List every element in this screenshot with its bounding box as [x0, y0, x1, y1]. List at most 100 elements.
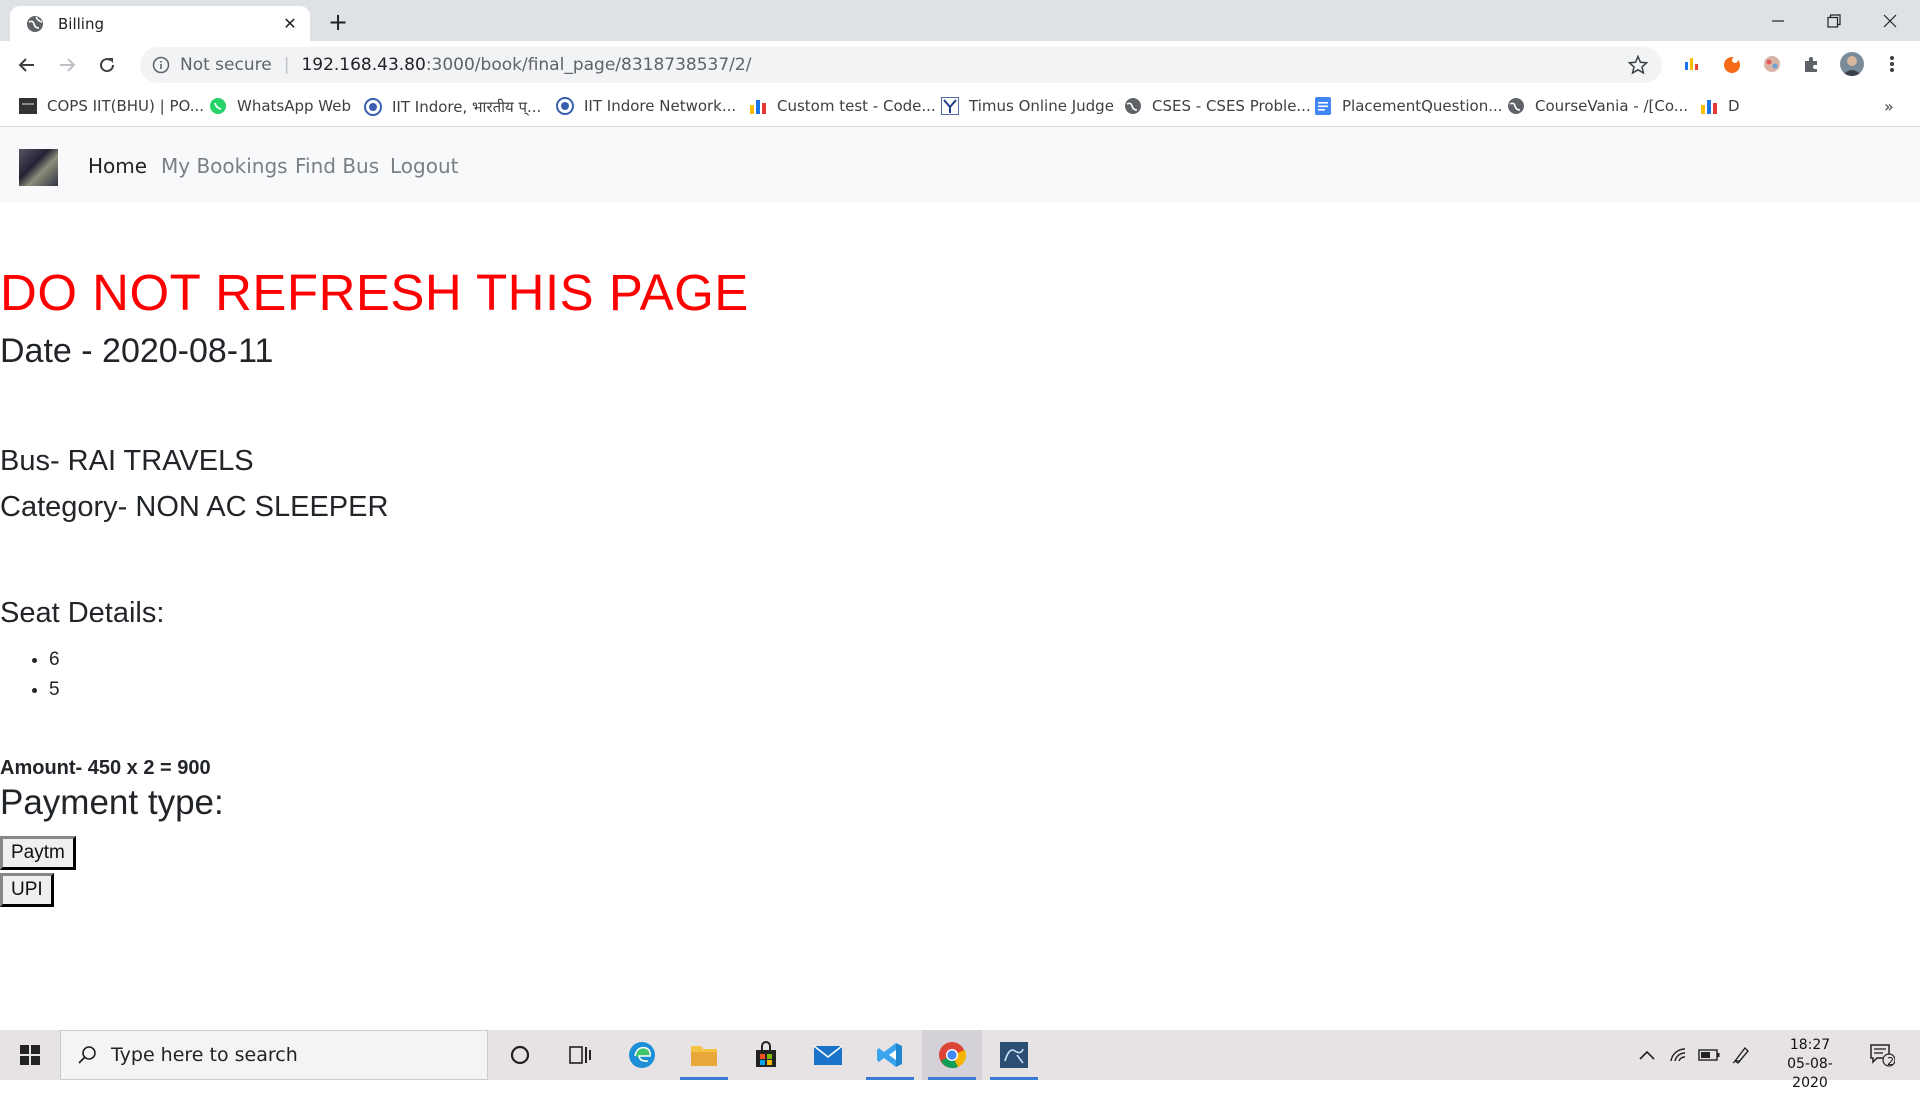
bookmark-label: D [1728, 97, 1740, 115]
iit-indore-icon [556, 97, 574, 115]
bookmark-label: COPS IIT(BHU) | PO... [47, 97, 205, 115]
nav-find-bus-link[interactable]: Find Bus [295, 154, 379, 178]
bookmark-iit-indore[interactable]: IIT Indore, भारतीय प्... [364, 97, 541, 117]
close-tab-icon[interactable]: ✕ [280, 13, 300, 33]
browser-toolbar: Not secure | 192.168.43.80:3000/book/fin… [0, 41, 1920, 88]
bookmark-label: Timus Online Judge [969, 97, 1114, 115]
security-label: Not secure [180, 55, 272, 75]
codeforces-icon [749, 97, 767, 115]
notification-center-icon[interactable]: 2 [1862, 1030, 1902, 1080]
extensions-puzzle-icon[interactable] [1800, 52, 1824, 76]
url-path: :3000/book/final_page/8318738537/2/ [425, 55, 752, 75]
globe-icon [27, 15, 43, 32]
reload-icon[interactable] [92, 50, 122, 80]
bookmark-star-icon[interactable] [1628, 55, 1648, 75]
search-placeholder: Type here to search [111, 1044, 298, 1066]
docs-icon [1314, 97, 1332, 115]
page-content: Home My Bookings Find Bus Logout DO NOT … [0, 127, 1920, 1030]
info-icon[interactable] [152, 56, 170, 74]
taskbar-search-box[interactable]: Type here to search [60, 1030, 488, 1080]
forward-icon[interactable] [52, 50, 82, 80]
browser-tab[interactable]: Billing ✕ [10, 6, 310, 41]
pen-icon[interactable] [1727, 1030, 1755, 1080]
bookmark-label: IIT Indore Network... [584, 97, 737, 115]
tab-strip: Billing ✕ + [0, 0, 1920, 41]
list-item: 6 [49, 645, 60, 675]
battery-icon[interactable] [1695, 1030, 1723, 1080]
bookmark-custom-test[interactable]: Custom test - Code... [749, 97, 936, 115]
bookmark-d[interactable]: D [1700, 97, 1740, 115]
wifi-icon[interactable] [1665, 1030, 1693, 1080]
task-view-icon[interactable] [550, 1030, 610, 1080]
back-icon[interactable] [12, 50, 42, 80]
bus-name: Bus- RAI TRAVELS [0, 445, 254, 477]
clock-time: 18:27 [1789, 1037, 1831, 1053]
bookmark-label: Custom test - Code... [777, 97, 936, 115]
bookmarks-overflow-button[interactable]: » [1884, 97, 1894, 116]
windows-taskbar: Type here to search 18:27 05-08-2020 2 [0, 1030, 1920, 1091]
site-navbar: Home My Bookings Find Bus Logout [0, 127, 1920, 203]
search-icon [78, 1046, 96, 1064]
whatsapp-icon [209, 97, 227, 115]
address-bar[interactable]: Not secure | 192.168.43.80:3000/book/fin… [140, 47, 1662, 83]
bookmark-whatsapp[interactable]: WhatsApp Web [209, 97, 351, 115]
sql-workbench-icon[interactable] [984, 1030, 1044, 1080]
nav-logout-link[interactable]: Logout [390, 154, 458, 178]
cortana-icon[interactable] [490, 1030, 550, 1080]
windows-start-icon[interactable] [0, 1030, 60, 1080]
new-tab-button[interactable]: + [324, 8, 352, 36]
file-explorer-icon[interactable] [674, 1030, 734, 1080]
store-icon[interactable] [736, 1030, 796, 1080]
bookmark-cses[interactable]: CSES - CSES Proble... [1124, 97, 1311, 115]
iit-indore-icon [364, 98, 382, 116]
list-item: 5 [49, 675, 60, 705]
payment-type-heading: Payment type: [0, 783, 224, 822]
nav-my-bookings-link[interactable]: My Bookings [161, 154, 288, 178]
seat-list: 6 5 [0, 645, 60, 705]
timus-icon [941, 97, 959, 115]
nav-home-link[interactable]: Home [88, 154, 147, 178]
seat-details-heading: Seat Details: [0, 597, 165, 629]
bookmark-label: CSES - CSES Proble... [1152, 97, 1311, 115]
chevron-up-icon[interactable] [1633, 1030, 1661, 1080]
url-host: 192.168.43.80 [301, 55, 426, 75]
extension-colorful-icon[interactable] [1760, 52, 1784, 76]
edge-icon[interactable] [612, 1030, 672, 1080]
tab-title: Billing [58, 14, 104, 33]
bookmark-label: IIT Indore, भारतीय प्... [392, 98, 542, 116]
extension-orange-icon[interactable] [1720, 52, 1744, 76]
bookmark-timus[interactable]: Timus Online Judge [941, 97, 1114, 115]
codeforces-icon [1700, 97, 1718, 115]
profile-avatar[interactable] [1840, 52, 1864, 76]
amount-total: Amount- 450 x 2 = 900 [0, 757, 211, 779]
globe-icon [1124, 97, 1142, 115]
notification-count: 2 [1887, 1055, 1894, 1068]
bookmark-iit-network[interactable]: IIT Indore Network... [556, 97, 736, 115]
bookmark-placement[interactable]: PlacementQuestion... [1314, 97, 1503, 115]
bus-category: Category- NON AC SLEEPER [0, 491, 389, 523]
globe-icon [1507, 97, 1525, 115]
chrome-icon[interactable] [922, 1030, 982, 1080]
bookmark-label: PlacementQuestion... [1342, 97, 1503, 115]
brand-logo[interactable] [19, 149, 58, 186]
bookmark-label: WhatsApp Web [237, 97, 352, 115]
system-clock[interactable]: 18:27 05-08-2020 [1775, 1036, 1845, 1093]
vscode-icon[interactable] [860, 1030, 920, 1080]
bookmark-coursevania[interactable]: CourseVania - /[Co... [1507, 97, 1688, 115]
restore-icon[interactable] [1806, 0, 1862, 41]
clock-date: 05-08-2020 [1787, 1056, 1833, 1091]
journey-date: Date - 2020-08-11 [0, 332, 274, 370]
mail-icon[interactable] [798, 1030, 858, 1080]
bookmarks-bar: COPS IIT(BHU) | PO... WhatsApp Web IIT I… [0, 88, 1920, 127]
upi-button[interactable]: UPI [0, 873, 54, 907]
minimize-icon[interactable] [1750, 0, 1806, 41]
close-window-icon[interactable] [1862, 0, 1918, 41]
cops-icon [19, 97, 37, 115]
paytm-button[interactable]: Paytm [0, 836, 76, 870]
url-separator: | [283, 55, 290, 75]
bookmark-label: CourseVania - /[Co... [1535, 97, 1689, 115]
menu-kebab-icon[interactable] [1880, 52, 1904, 76]
extension-chart-icon[interactable] [1680, 52, 1704, 76]
bookmark-cops[interactable]: COPS IIT(BHU) | PO... [19, 97, 204, 115]
refresh-warning: DO NOT REFRESH THIS PAGE [0, 264, 749, 321]
